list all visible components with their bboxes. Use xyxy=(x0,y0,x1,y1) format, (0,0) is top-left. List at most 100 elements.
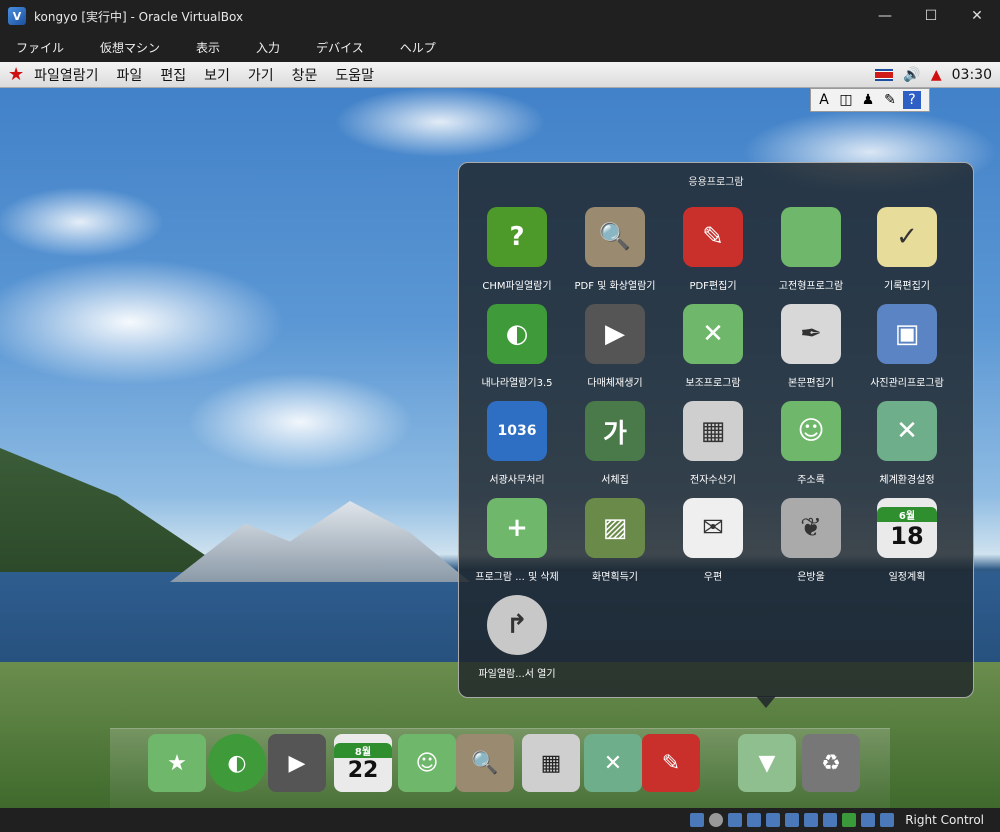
menu-devices[interactable]: デバイス xyxy=(308,39,378,56)
flame-icon[interactable]: ▲ xyxy=(931,67,942,83)
app-label: 은방울 xyxy=(797,572,825,583)
dock-item[interactable]: ▶ xyxy=(268,734,326,792)
panel-clock[interactable]: 03:30 xyxy=(952,67,992,83)
app-icon: ◐ xyxy=(487,304,547,364)
optical-icon[interactable] xyxy=(709,813,724,827)
app-icon: ✎ xyxy=(683,207,743,267)
dock-item[interactable]: ▼ xyxy=(738,734,796,792)
dock-item[interactable]: ✕ xyxy=(584,734,642,792)
app-label: 다매체재생기 xyxy=(587,378,643,389)
dock-item[interactable]: ◐ xyxy=(208,734,266,792)
app-launcher-item[interactable]: ☺ 주소록 xyxy=(763,397,859,493)
app-label: 기록편집기 xyxy=(884,281,930,292)
keyboard-icon[interactable] xyxy=(880,813,895,827)
panel-menu-edit[interactable]: 편집 xyxy=(160,65,186,85)
app-label: 서체집 xyxy=(601,475,629,486)
dock-item[interactable]: ☺ xyxy=(398,734,456,792)
app-icon: ✉ xyxy=(683,498,743,558)
panel-menu-view[interactable]: 보기 xyxy=(204,65,230,85)
dock-calendar-day: 22 xyxy=(347,758,379,783)
cpu-icon[interactable] xyxy=(842,813,857,827)
close-button[interactable]: ✕ xyxy=(954,0,1000,32)
app-icon xyxy=(781,207,841,267)
ime-chess-icon[interactable]: ♟ xyxy=(859,91,877,109)
app-label: 주소록 xyxy=(797,475,825,486)
display-icon[interactable] xyxy=(804,813,819,827)
app-icon: ▨ xyxy=(585,498,645,558)
network-icon[interactable] xyxy=(747,813,762,827)
menu-input[interactable]: 入力 xyxy=(248,39,294,56)
app-label: CHM파일열람기 xyxy=(482,281,552,292)
app-launcher-item[interactable]: ▨ 화면획득기 xyxy=(567,494,663,590)
dock-item[interactable]: ★ xyxy=(148,734,206,792)
panel-menu-help[interactable]: 도움말 xyxy=(335,65,374,85)
ime-help-icon[interactable]: ? xyxy=(903,91,921,109)
app-launcher-item[interactable]: ▶ 다매체재생기 xyxy=(567,300,663,396)
wallpaper-mountain xyxy=(170,501,470,582)
app-launcher-item[interactable]: ▣ 사진관리프로그람 xyxy=(859,300,955,396)
app-launcher-item[interactable]: ◐ 내나라열람기3.5 xyxy=(469,300,565,396)
menu-machine[interactable]: 仮想マシン xyxy=(92,39,174,56)
app-launcher-item[interactable]: ✎ PDF편집기 xyxy=(665,203,761,299)
dock: ★ ◐ ▶ 8월 22 ☺ 🔍 ▦ ✕ ✎ ▼ ♻ xyxy=(110,728,890,808)
dock-item[interactable]: 🔍 xyxy=(456,734,514,792)
recording-icon[interactable] xyxy=(823,813,838,827)
app-icon: ▣ xyxy=(877,304,937,364)
app-launcher-item[interactable]: ✕ 체계환경설정 xyxy=(859,397,955,493)
app-label: 고전형프로그람 xyxy=(778,281,844,292)
app-icon: ▦ xyxy=(683,401,743,461)
shared-folder-icon[interactable] xyxy=(785,813,800,827)
dock-calendar-month: 8월 xyxy=(334,743,392,758)
app-launcher-item[interactable]: 1036 서광사무처리 xyxy=(469,397,565,493)
app-icon: 🔍 xyxy=(585,207,645,267)
app-launcher-item[interactable]: ✕ 보조프로그람 xyxy=(665,300,761,396)
dock-item[interactable]: ▦ xyxy=(522,734,580,792)
minimize-button[interactable]: — xyxy=(862,0,908,32)
guest-desktop: ★ 파일열람기 파일 편집 보기 가기 창문 도움말 🔊 ▲ 03:30 A ◫… xyxy=(0,62,1000,808)
panel-menu-file[interactable]: 파일 xyxy=(117,65,143,85)
volume-icon[interactable]: 🔊 xyxy=(903,67,920,83)
app-icon: ✓ xyxy=(877,207,937,267)
app-launcher-item[interactable]: ↱ 파일열람...서 열기 xyxy=(469,591,565,687)
flag-icon[interactable] xyxy=(875,68,894,81)
dock-item[interactable]: ✎ xyxy=(642,734,700,792)
app-label: 우편 xyxy=(703,572,723,583)
app-icon: 가 xyxy=(585,401,645,461)
menu-view[interactable]: 表示 xyxy=(188,39,234,56)
app-icon: ✕ xyxy=(877,401,937,461)
hdd-icon[interactable] xyxy=(690,813,705,827)
window-title: kongyo [実行中] - Oracle VirtualBox xyxy=(34,9,244,24)
mouse-integration-icon[interactable] xyxy=(861,813,876,827)
ime-handwrite-icon[interactable]: ✎ xyxy=(881,91,899,109)
app-launcher-item[interactable]: 🔍 PDF 및 화상열람기 xyxy=(567,203,663,299)
app-launcher-item[interactable]: ❦ 은방울 xyxy=(763,494,859,590)
app-label: 프로그람 ... 및 삭제 xyxy=(475,572,559,583)
panel-menu-file-browser[interactable]: 파일열람기 xyxy=(34,65,98,85)
ime-layout-icon[interactable]: ◫ xyxy=(837,91,855,109)
usb-icon[interactable] xyxy=(766,813,781,827)
audio-icon[interactable] xyxy=(728,813,743,827)
dock-item[interactable]: ♻ xyxy=(802,734,860,792)
app-launcher-item[interactable]: ✒ 본문편집기 xyxy=(763,300,859,396)
app-launcher-popup: 응용프로그람 ? CHM파일열람기 🔍 PDF 및 화상열람기 ✎ PDF편집기 고전형프로… xyxy=(458,162,974,698)
app-icon: 6월 18 xyxy=(877,498,937,558)
host-menu-bar: ファイル 仮想マシン 表示 入力 デバイス ヘルプ xyxy=(0,32,1000,62)
menu-file[interactable]: ファイル xyxy=(8,39,78,56)
maximize-button[interactable]: ☐ xyxy=(908,0,954,32)
launcher-pointer xyxy=(756,696,776,708)
app-launcher-item[interactable]: 고전형프로그람 xyxy=(763,203,859,299)
menu-help[interactable]: ヘルプ xyxy=(392,39,450,56)
app-launcher-item[interactable]: ? CHM파일열람기 xyxy=(469,203,565,299)
ime-font-icon[interactable]: A xyxy=(815,91,833,109)
app-launcher-item[interactable]: ✓ 기록편집기 xyxy=(859,203,955,299)
app-launcher-item[interactable]: 6월 18 일정계획 xyxy=(859,494,955,590)
app-launcher-item[interactable]: + 프로그람 ... 및 삭제 xyxy=(469,494,565,590)
red-star-icon[interactable]: ★ xyxy=(8,64,24,85)
panel-menu-window[interactable]: 창문 xyxy=(292,65,318,85)
app-launcher-item[interactable]: 가서체집 xyxy=(567,397,663,493)
app-launcher-item[interactable]: ✉ 우편 xyxy=(665,494,761,590)
dock-item[interactable]: 8월 22 xyxy=(334,734,392,792)
app-label: 파일열람...서 열기 xyxy=(478,669,556,680)
panel-menu-go[interactable]: 가기 xyxy=(248,65,274,85)
app-launcher-item[interactable]: ▦ 전자수산기 xyxy=(665,397,761,493)
